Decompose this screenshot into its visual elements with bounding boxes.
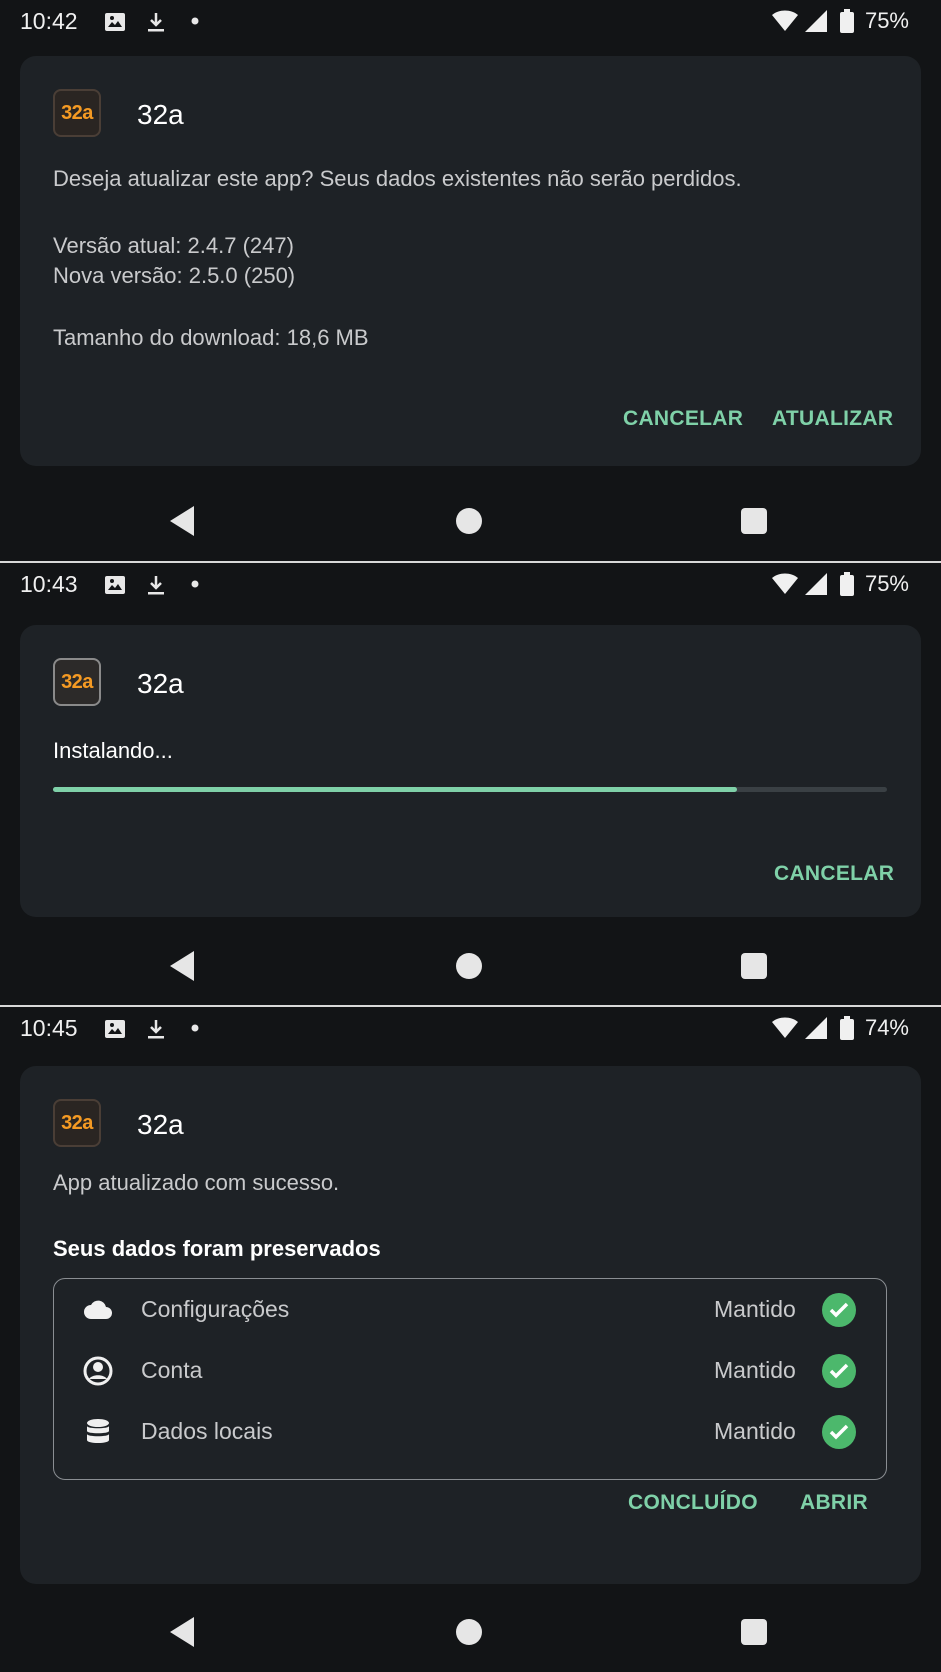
status-time: 10:45 <box>20 1015 78 1041</box>
item-status: Mantido <box>714 1418 796 1444</box>
back-icon[interactable] <box>170 506 194 536</box>
battery-percent: 74% <box>864 1015 909 1040</box>
status-bar: 10:45 74% <box>0 1007 941 1051</box>
home-icon[interactable] <box>456 953 482 979</box>
recents-icon[interactable] <box>741 953 767 979</box>
battery-icon <box>840 572 854 596</box>
account-icon <box>83 1356 113 1386</box>
more-notifications-dot-icon <box>191 1024 199 1032</box>
current-version: Versão atual: 2.4.7 (247) <box>53 233 294 258</box>
preserved-title: Seus dados foram preservados <box>53 1236 381 1261</box>
check-circle-icon <box>822 1415 856 1449</box>
recents-icon[interactable] <box>741 508 767 534</box>
app-icon: 32a <box>53 658 101 706</box>
wifi-icon <box>772 10 798 31</box>
list-item: Dados locais Mantido <box>54 1401 888 1461</box>
update-success-screen: 10:45 74% 32a 32a App atualizado com suc… <box>0 1007 941 1672</box>
status-bar: 10:42 75% <box>0 0 941 44</box>
download-size: Tamanho do download: 18,6 MB <box>53 325 369 350</box>
app-icon: 32a <box>53 1099 101 1147</box>
item-status: Mantido <box>714 1357 796 1383</box>
cell-signal-icon <box>805 10 827 32</box>
list-item: Conta Mantido <box>54 1340 888 1400</box>
wifi-icon <box>772 1017 798 1038</box>
download-notification-icon <box>148 576 164 595</box>
preserved-data-list: Configurações Mantido Conta Mantido Dado… <box>53 1278 887 1480</box>
more-notifications-dot-icon <box>191 580 199 588</box>
battery-icon <box>840 1016 854 1040</box>
wifi-icon <box>772 573 798 594</box>
cancel-button[interactable]: CANCELAR <box>774 862 894 886</box>
navigation-bar <box>0 931 941 1001</box>
update-dialog: 32a 32a Deseja atualizar este app? Seus … <box>20 56 921 466</box>
installing-dialog: 32a 32a Instalando... CANCELAR <box>20 625 921 917</box>
battery-percent: 75% <box>864 571 909 596</box>
home-icon[interactable] <box>456 508 482 534</box>
back-icon[interactable] <box>170 1617 194 1647</box>
check-circle-icon <box>822 1293 856 1327</box>
list-item: Configurações Mantido <box>54 1279 888 1339</box>
app-name: 32a <box>137 668 184 699</box>
install-progress-fill <box>53 787 737 792</box>
battery-icon <box>840 9 854 33</box>
download-notification-icon <box>148 13 164 32</box>
item-label: Dados locais <box>141 1418 273 1444</box>
recents-icon[interactable] <box>741 1619 767 1645</box>
success-message: App atualizado com sucesso. <box>53 1170 340 1195</box>
cell-signal-icon <box>805 1017 827 1039</box>
item-label: Configurações <box>141 1296 290 1322</box>
install-progress-bar <box>53 787 887 792</box>
item-label: Conta <box>141 1357 203 1383</box>
navigation-bar <box>0 1597 941 1667</box>
update-confirm-screen: 10:42 75% 32a 32a Deseja atualizar este … <box>0 0 941 561</box>
gallery-notification-icon <box>105 1020 125 1038</box>
gallery-notification-icon <box>105 576 125 594</box>
status-time: 10:43 <box>20 571 78 597</box>
installing-label: Instalando... <box>53 738 173 763</box>
app-icon: 32a <box>53 89 101 137</box>
new-version: Nova versão: 2.5.0 (250) <box>53 263 296 288</box>
cloud-icon <box>84 1300 112 1319</box>
home-icon[interactable] <box>456 1619 482 1645</box>
success-dialog: 32a 32a App atualizado com sucesso. Seus… <box>20 1066 921 1584</box>
battery-percent: 75% <box>864 8 909 33</box>
navigation-bar <box>0 486 941 556</box>
update-button[interactable]: ATUALIZAR <box>772 407 893 431</box>
gallery-notification-icon <box>105 13 125 31</box>
check-circle-icon <box>822 1354 856 1388</box>
installing-screen: 10:43 75% 32a 32a Instalando... CANCELAR <box>0 563 941 1005</box>
more-notifications-dot-icon <box>191 17 199 25</box>
database-icon <box>87 1419 109 1443</box>
update-message: Deseja atualizar este app? Seus dados ex… <box>53 166 742 191</box>
download-notification-icon <box>148 1020 164 1039</box>
status-bar: 10:43 75% <box>0 563 941 607</box>
open-button[interactable]: ABRIR <box>800 1491 868 1515</box>
status-time: 10:42 <box>20 8 78 34</box>
cell-signal-icon <box>805 573 827 595</box>
app-name: 32a <box>137 1109 184 1140</box>
back-icon[interactable] <box>170 951 194 981</box>
item-status: Mantido <box>714 1296 796 1322</box>
cancel-button[interactable]: CANCELAR <box>623 407 743 431</box>
done-button[interactable]: CONCLUÍDO <box>628 1491 758 1515</box>
app-name: 32a <box>137 99 184 130</box>
